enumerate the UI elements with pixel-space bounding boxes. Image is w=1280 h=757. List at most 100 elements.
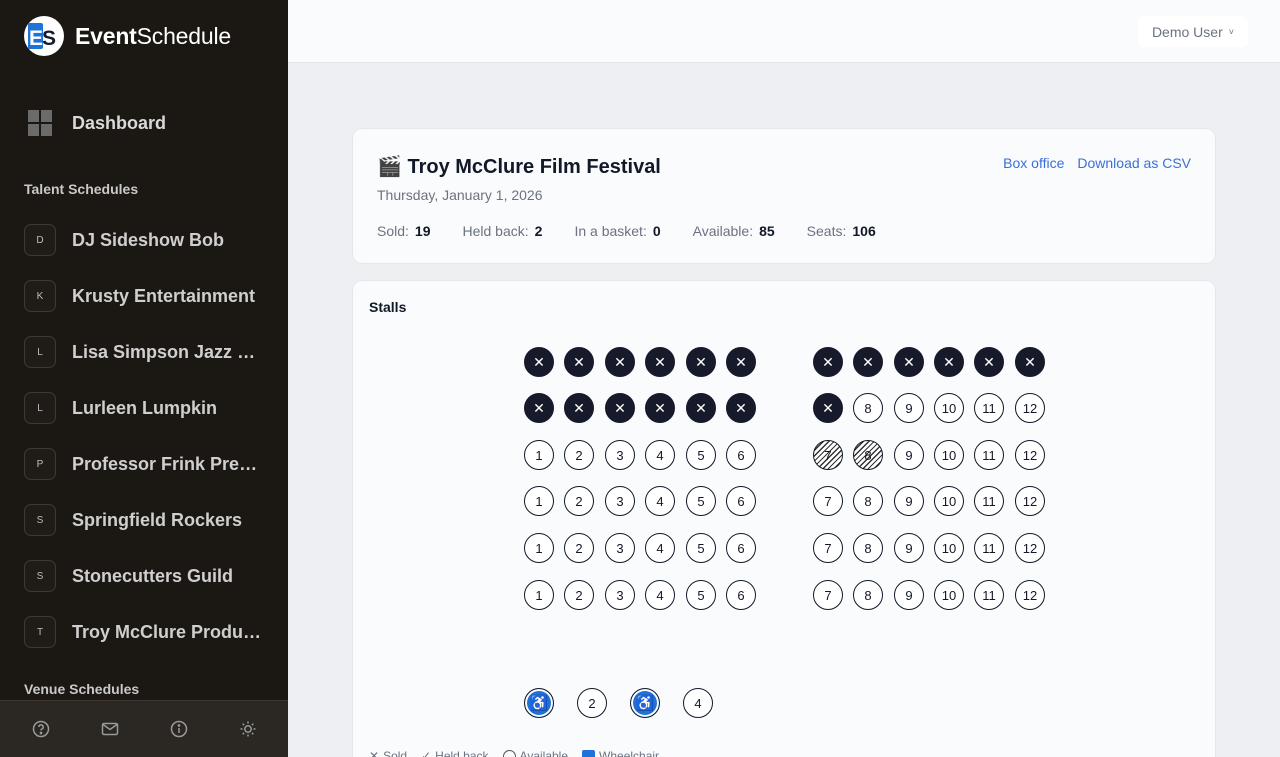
seat-available[interactable]: 4 [645, 533, 675, 563]
info-icon[interactable] [169, 719, 189, 739]
seat-available[interactable]: 6 [726, 440, 756, 470]
seat-available[interactable]: 7 [813, 533, 843, 563]
user-menu-button[interactable]: Demo User ˅ [1137, 16, 1248, 47]
seat-available[interactable]: 1 [524, 440, 554, 470]
seat-available[interactable]: 6 [726, 486, 756, 516]
seat-available[interactable]: 8 [853, 533, 883, 563]
sidebar-schedule-item[interactable]: P Professor Frink Presents [24, 436, 272, 492]
seat-available[interactable]: 3 [605, 486, 635, 516]
seat-available[interactable]: 8 [853, 486, 883, 516]
sidebar-schedule-item[interactable]: L Lisa Simpson Jazz Quartet [24, 324, 272, 380]
seat-available[interactable]: 12 [1015, 580, 1045, 610]
sidebar-schedule-item[interactable]: S Springfield Rockers [24, 492, 272, 548]
seat-available[interactable]: 7 [813, 580, 843, 610]
schedule-label: Lurleen Lumpkin [72, 397, 218, 418]
seat-available[interactable]: 1 [524, 533, 554, 563]
seat-sold[interactable]: ✕ [974, 347, 1004, 377]
seat-sold[interactable]: ✕ [645, 393, 675, 423]
seat-available[interactable]: 4 [683, 688, 713, 718]
seat-available[interactable]: 8 [853, 580, 883, 610]
seat-available[interactable]: 9 [894, 486, 924, 516]
seat-sold[interactable]: ✕ [813, 393, 843, 423]
seat-available[interactable]: 5 [686, 486, 716, 516]
seat-available[interactable]: 6 [726, 533, 756, 563]
seat-available[interactable]: 2 [564, 533, 594, 563]
help-icon[interactable] [31, 719, 51, 739]
seat-held-back[interactable]: 7 [813, 440, 843, 470]
seat-sold[interactable]: ✕ [894, 347, 924, 377]
schedule-label: Stonecutters Guild [72, 565, 234, 586]
seat-available[interactable]: 9 [894, 580, 924, 610]
dashboard-grid-icon [28, 110, 52, 136]
seat-wheelchair[interactable]: ♿ [524, 688, 554, 718]
seat-available[interactable]: 1 [524, 486, 554, 516]
seat-available[interactable]: 10 [934, 440, 964, 470]
seat-available[interactable]: 3 [605, 440, 635, 470]
theme-icon[interactable] [238, 719, 258, 739]
sidebar-schedule-item[interactable]: L Lurleen Lumpkin [24, 380, 272, 436]
schedule-badge: K [24, 280, 56, 312]
seat-sold[interactable]: ✕ [1015, 347, 1045, 377]
download-csv-link[interactable]: Download as CSV [1077, 155, 1191, 171]
mail-icon[interactable] [100, 719, 120, 739]
sidebar-schedule-item[interactable]: T Troy McClure Productions [24, 604, 272, 660]
seat-available[interactable]: 5 [686, 533, 716, 563]
sidebar-item-dashboard[interactable]: Dashboard [28, 110, 166, 136]
seat-available[interactable]: 11 [974, 440, 1004, 470]
seat-sold[interactable]: ✕ [726, 393, 756, 423]
seat-available[interactable]: 11 [974, 533, 1004, 563]
seat-available[interactable]: 5 [686, 580, 716, 610]
seat-available[interactable]: 5 [686, 440, 716, 470]
seat-available[interactable]: 10 [934, 486, 964, 516]
seat-available[interactable]: 10 [934, 533, 964, 563]
seat-available[interactable]: 9 [894, 393, 924, 423]
seat-wheelchair[interactable]: ♿ [630, 688, 660, 718]
seat-available[interactable]: 10 [934, 393, 964, 423]
seat-available[interactable]: 11 [974, 580, 1004, 610]
seat-sold[interactable]: ✕ [934, 347, 964, 377]
sidebar-schedule-item[interactable]: K Krusty Entertainment [24, 268, 272, 324]
seat-available[interactable]: 3 [605, 580, 635, 610]
seat-sold[interactable]: ✕ [605, 347, 635, 377]
seat-sold[interactable]: ✕ [686, 347, 716, 377]
seat-available[interactable]: 4 [645, 440, 675, 470]
seat-available[interactable]: 4 [645, 580, 675, 610]
box-office-link[interactable]: Box office [1003, 155, 1064, 171]
seat-sold[interactable]: ✕ [605, 393, 635, 423]
seat-available[interactable]: 11 [974, 393, 1004, 423]
seat-sold[interactable]: ✕ [726, 347, 756, 377]
seat-available[interactable]: 12 [1015, 533, 1045, 563]
seat-available[interactable]: 2 [564, 486, 594, 516]
seat-available[interactable]: 11 [974, 486, 1004, 516]
seat-available[interactable]: 12 [1015, 486, 1045, 516]
seat-sold[interactable]: ✕ [524, 393, 554, 423]
seat-sold[interactable]: ✕ [645, 347, 675, 377]
stat-value: 2 [534, 223, 543, 239]
app-logo[interactable]: E S EventSchedule [24, 16, 231, 56]
seat-available[interactable]: 7 [813, 486, 843, 516]
seat-available[interactable]: 12 [1015, 393, 1045, 423]
sidebar-schedule-item[interactable]: S Stonecutters Guild [24, 548, 272, 604]
seat-sold[interactable]: ✕ [853, 347, 883, 377]
seat-available[interactable]: 8 [853, 393, 883, 423]
seat-available[interactable]: 12 [1015, 440, 1045, 470]
seat-available[interactable]: 6 [726, 580, 756, 610]
seat-available[interactable]: 2 [564, 580, 594, 610]
seat-available[interactable]: 3 [605, 533, 635, 563]
seat-available[interactable]: 9 [894, 533, 924, 563]
seat-sold[interactable]: ✕ [564, 393, 594, 423]
seat-available[interactable]: 2 [564, 440, 594, 470]
seat-available[interactable]: 1 [524, 580, 554, 610]
seat-sold[interactable]: ✕ [564, 347, 594, 377]
seat-held-back[interactable]: 8 [853, 440, 883, 470]
seat-sold[interactable]: ✕ [524, 347, 554, 377]
sidebar-schedule-item[interactable]: D DJ Sideshow Bob [24, 212, 272, 268]
event-links: Box office Download as CSV [1003, 155, 1191, 171]
event-summary-card: 🎬 Troy McClure Film Festival Thursday, J… [352, 128, 1216, 264]
seat-available[interactable]: 4 [645, 486, 675, 516]
seat-available[interactable]: 9 [894, 440, 924, 470]
seat-sold[interactable]: ✕ [813, 347, 843, 377]
seat-available[interactable]: 10 [934, 580, 964, 610]
seat-available[interactable]: 2 [577, 688, 607, 718]
seat-sold[interactable]: ✕ [686, 393, 716, 423]
